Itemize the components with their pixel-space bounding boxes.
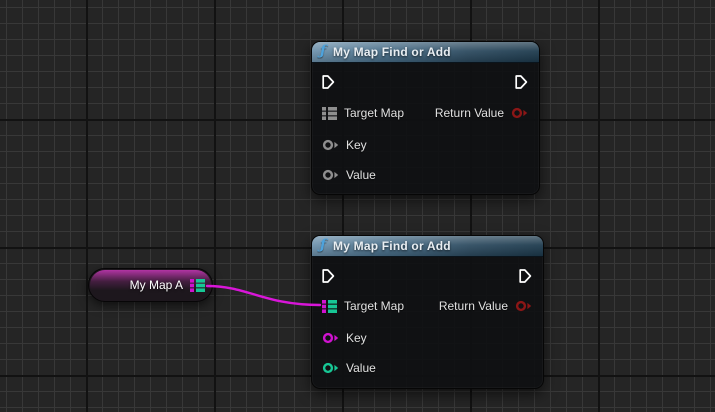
variable-name-label: My Map A bbox=[130, 278, 183, 292]
exec-out-pin[interactable] bbox=[515, 75, 528, 90]
function-icon: ƒ bbox=[320, 238, 326, 252]
target-map-pin[interactable]: Target Map bbox=[322, 299, 404, 313]
exec-out-pin[interactable] bbox=[519, 269, 532, 284]
function-node-my-map-find-or-add-2[interactable]: ƒ My Map Find or Add Target Map Return V… bbox=[311, 235, 544, 389]
function-icon: ƒ bbox=[320, 44, 326, 58]
function-node-my-map-find-or-add-1[interactable]: ƒ My Map Find or Add Target Map Return V… bbox=[311, 41, 540, 195]
node-title: My Map Find or Add bbox=[333, 239, 451, 253]
pin-label: Value bbox=[346, 168, 376, 182]
pin-label: Key bbox=[346, 138, 367, 152]
pin-label: Target Map bbox=[344, 299, 404, 313]
pin-label: Return Value bbox=[435, 106, 504, 120]
exec-arrow-icon bbox=[515, 75, 528, 90]
exec-arrow-icon bbox=[519, 269, 532, 284]
key-pin[interactable]: Key bbox=[322, 331, 367, 345]
pin-label: Return Value bbox=[439, 299, 508, 313]
key-pin[interactable]: Key bbox=[322, 138, 367, 152]
target-map-pin[interactable]: Target Map bbox=[322, 106, 404, 120]
map-container-icon bbox=[322, 107, 337, 120]
exec-in-pin[interactable] bbox=[322, 269, 335, 284]
exec-arrow-icon bbox=[322, 269, 335, 284]
exec-arrow-icon bbox=[322, 75, 335, 90]
exec-in-pin[interactable] bbox=[322, 75, 335, 90]
data-pin-icon bbox=[322, 169, 339, 181]
map-output-pin[interactable] bbox=[190, 279, 205, 292]
variable-node-my-map-a[interactable]: My Map A bbox=[88, 268, 213, 302]
value-pin[interactable]: Value bbox=[322, 361, 376, 375]
node-header[interactable]: ƒ My Map Find or Add bbox=[312, 236, 543, 257]
pin-label: Target Map bbox=[344, 106, 404, 120]
data-pin-icon bbox=[322, 332, 339, 344]
data-pin-icon bbox=[322, 362, 339, 374]
pin-label: Key bbox=[346, 331, 367, 345]
wire-my-map-a-to-target-map[interactable] bbox=[207, 286, 320, 305]
node-header[interactable]: ƒ My Map Find or Add bbox=[312, 42, 539, 63]
node-title: My Map Find or Add bbox=[333, 45, 451, 59]
data-pin-icon bbox=[515, 300, 532, 312]
data-pin-icon bbox=[511, 107, 528, 119]
value-pin[interactable]: Value bbox=[322, 168, 376, 182]
map-container-icon bbox=[322, 300, 337, 313]
data-pin-icon bbox=[322, 139, 339, 151]
return-value-pin[interactable]: Return Value bbox=[435, 106, 528, 120]
pin-label: Value bbox=[346, 361, 376, 375]
return-value-pin[interactable]: Return Value bbox=[439, 299, 532, 313]
blueprint-graph-canvas[interactable]: { "graph_editor": { "nodes": [ { "title"… bbox=[0, 0, 715, 412]
